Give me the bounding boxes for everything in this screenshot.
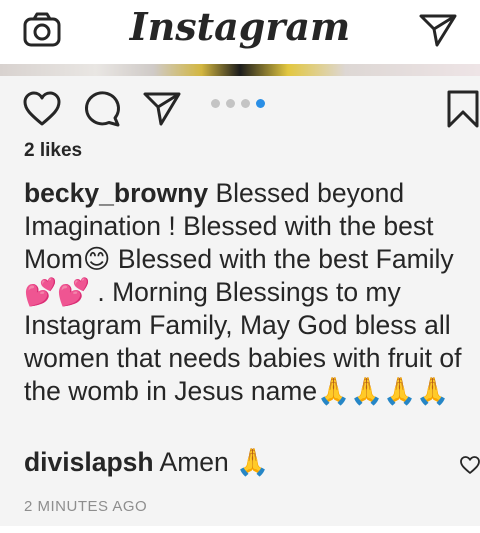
carousel-indicator <box>211 97 265 109</box>
instagram-logo: Instagram <box>129 4 351 49</box>
carousel-dot <box>241 98 250 108</box>
likes-count[interactable]: 2 likes <box>24 140 82 162</box>
caption-username[interactable]: becky_browny <box>24 178 208 208</box>
comment-item: divislapsh Amen 🙏 <box>24 446 480 479</box>
comment-text: Amen 🙏 <box>159 447 270 477</box>
action-bar <box>0 76 480 140</box>
bookmark-icon[interactable] <box>446 90 480 128</box>
carousel-dot-active <box>256 98 265 108</box>
comment-username[interactable]: divislapsh <box>24 447 154 477</box>
share-icon[interactable] <box>142 90 182 128</box>
post-photo[interactable] <box>0 64 480 76</box>
comment-icon[interactable] <box>82 90 122 128</box>
post-content: 2 likes becky_browny Blessed beyond Imag… <box>0 76 480 526</box>
comment-like-icon[interactable] <box>459 455 480 475</box>
top-bar: Instagram <box>0 0 480 64</box>
post-caption: becky_browny Blessed beyond Imagination … <box>24 177 464 408</box>
caption-text: Blessed beyond Imagination ! Blessed wit… <box>24 178 462 406</box>
carousel-dot <box>211 98 220 108</box>
post-timestamp: 2 MINUTES AGO <box>24 498 148 515</box>
carousel-dot <box>226 98 235 108</box>
heart-icon[interactable] <box>22 90 62 128</box>
paper-plane-icon[interactable] <box>418 12 458 48</box>
